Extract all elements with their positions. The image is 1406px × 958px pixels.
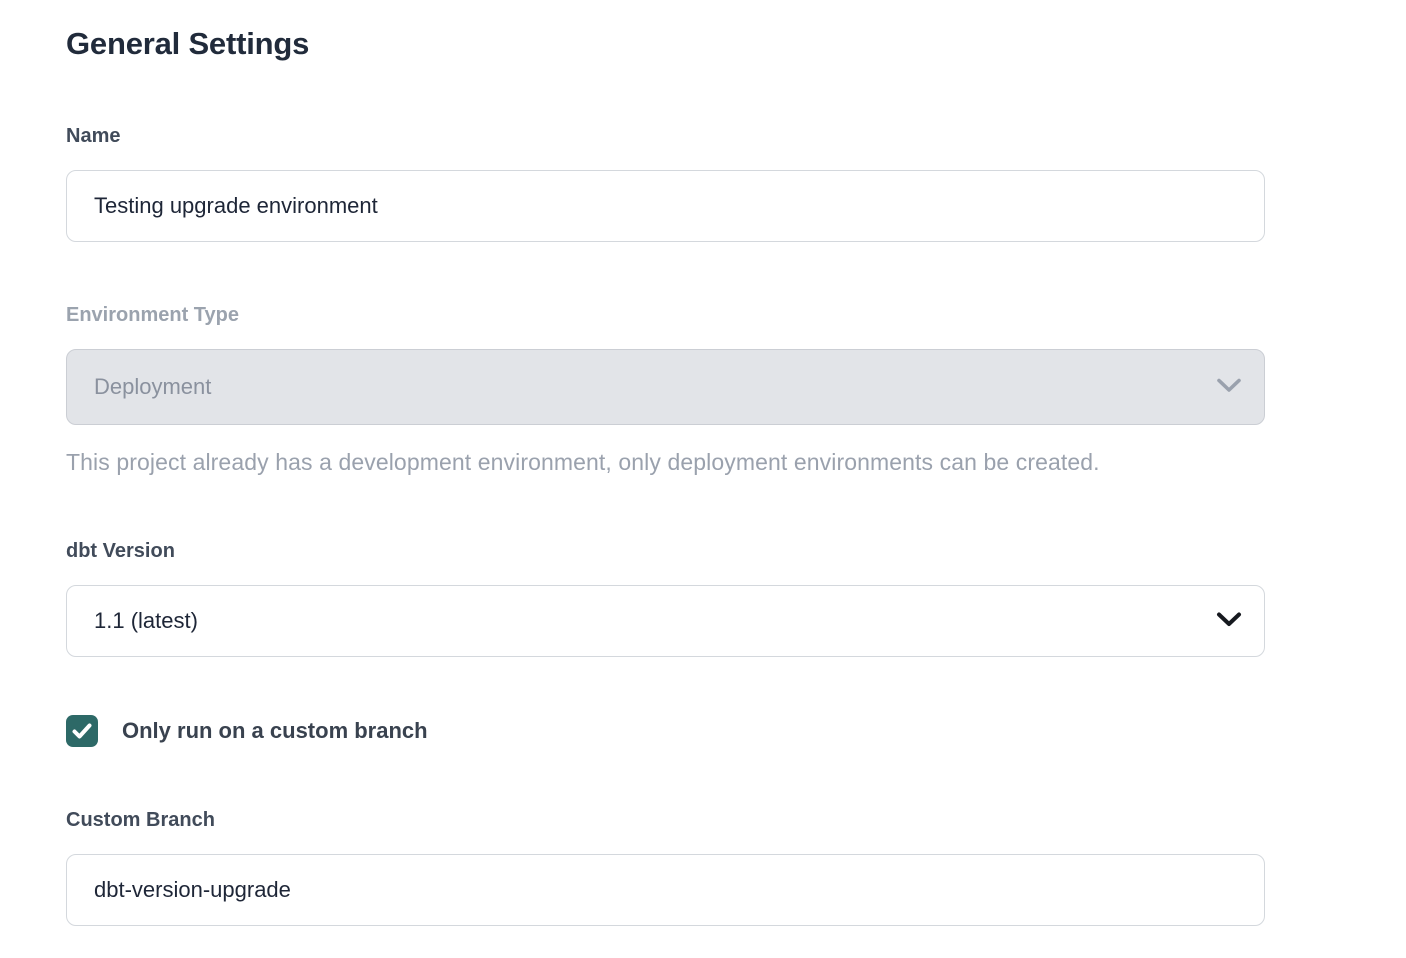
name-field-group: Name bbox=[66, 125, 1340, 242]
custom-branch-checkbox-row: Only run on a custom branch bbox=[66, 715, 1340, 747]
custom-branch-input[interactable] bbox=[66, 854, 1265, 926]
chevron-down-icon bbox=[1216, 608, 1242, 634]
name-label: Name bbox=[66, 125, 1340, 148]
name-input[interactable] bbox=[66, 170, 1265, 242]
environment-type-selected-value: Deployment bbox=[94, 374, 211, 400]
custom-branch-checkbox-label[interactable]: Only run on a custom branch bbox=[122, 718, 428, 744]
chevron-down-icon bbox=[1216, 374, 1242, 400]
dbt-version-field-group: dbt Version 1.1 (latest) bbox=[66, 540, 1340, 657]
dbt-version-select[interactable]: 1.1 (latest) bbox=[66, 585, 1265, 657]
environment-type-select: Deployment bbox=[66, 349, 1265, 425]
custom-branch-field-group: Custom Branch bbox=[66, 809, 1340, 926]
custom-branch-label: Custom Branch bbox=[66, 809, 1340, 832]
custom-branch-checkbox[interactable] bbox=[66, 715, 98, 747]
dbt-version-selected-value: 1.1 (latest) bbox=[94, 608, 198, 634]
environment-type-field-group: Environment Type Deployment This project… bbox=[66, 304, 1340, 476]
page-title: General Settings bbox=[66, 26, 1340, 62]
general-settings-page: General Settings Name Environment Type D… bbox=[0, 0, 1406, 926]
environment-type-label: Environment Type bbox=[66, 304, 1340, 327]
checkmark-icon bbox=[72, 723, 92, 739]
environment-type-helper-text: This project already has a development e… bbox=[66, 449, 1340, 476]
dbt-version-label: dbt Version bbox=[66, 540, 1340, 563]
